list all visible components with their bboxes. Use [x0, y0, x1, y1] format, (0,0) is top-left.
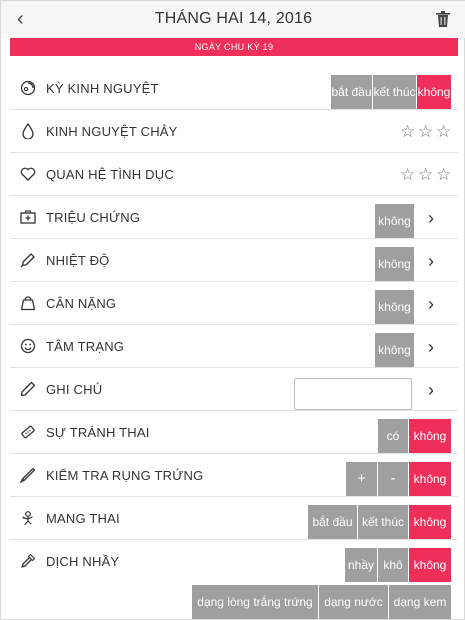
discharge-creamy-button[interactable]: dạng kem	[389, 585, 451, 619]
day-detail-screen: ‹ THÁNG HAI 14, 2016 NGÀY CHU KỲ 19 KỲ K…	[0, 0, 465, 620]
row-label: TRIỆU CHỨNG	[46, 210, 141, 225]
weight-value-badge[interactable]: không	[375, 290, 414, 324]
row-weight[interactable]: CÂN NẶNG không ›	[10, 282, 458, 325]
star-icon[interactable]: ☆	[436, 122, 451, 142]
row-label: KỲ KINH NGUYỆT	[46, 81, 159, 96]
discharge-egg-white-button[interactable]: dạng lòng trắng trứng	[192, 585, 318, 619]
pencil-icon	[20, 381, 36, 397]
period-end-button[interactable]: kết thúc	[373, 75, 416, 109]
row-discharge: DỊCH NHẦY nhầy khô không	[10, 540, 458, 583]
smiley-icon	[20, 338, 36, 354]
ovulation-positive-button[interactable]: +	[346, 462, 377, 496]
row-notes[interactable]: GHI CHÚ ›	[10, 368, 458, 411]
page-title: THÁNG HAI 14, 2016	[154, 10, 313, 27]
notes-field[interactable]	[294, 378, 412, 410]
period-none-button[interactable]: không	[417, 75, 451, 109]
row-label: CÂN NẶNG	[46, 296, 117, 311]
trash-icon[interactable]	[436, 11, 450, 27]
row-label: MANG THAI	[46, 511, 120, 526]
symptoms-value-badge[interactable]: không	[375, 204, 414, 238]
row-pregnancy: MANG THAI bắt đầu kết thúc không	[10, 497, 458, 540]
chevron-right-icon[interactable]: ›	[428, 294, 434, 315]
weight-icon	[20, 296, 36, 311]
temperature-value-badge[interactable]: không	[375, 247, 414, 281]
contraception-none-button[interactable]: không	[409, 419, 451, 453]
chevron-right-icon[interactable]: ›	[428, 337, 434, 358]
row-label: NHIỆT ĐỘ	[46, 253, 110, 268]
row-intimacy: QUAN HỆ TÌNH DỤC ☆ ☆ ☆	[10, 153, 458, 196]
header-bar: ‹ THÁNG HAI 14, 2016	[1, 1, 465, 38]
pill-pack-icon	[21, 425, 35, 439]
pregnancy-none-button[interactable]: không	[409, 505, 451, 539]
ovulation-negative-button[interactable]: -	[378, 462, 408, 496]
star-icon[interactable]: ☆	[400, 122, 415, 142]
pregnancy-start-button[interactable]: bắt đầu	[308, 505, 357, 539]
discharge-watery-button[interactable]: dạng nước	[319, 585, 388, 619]
row-label: GHI CHÚ	[46, 382, 103, 397]
row-flow: KINH NGUYỆT CHẢY ☆ ☆ ☆	[10, 110, 458, 153]
row-label: TÂM TRẠNG	[46, 339, 125, 354]
dropper-icon	[21, 553, 36, 568]
discharge-mucus-button[interactable]: nhầy	[345, 548, 377, 582]
test-stick-icon	[20, 467, 36, 483]
star-icon[interactable]: ☆	[418, 165, 433, 185]
medical-kit-icon	[20, 210, 36, 224]
row-contraception: SỰ TRÁNH THAI có không	[10, 411, 458, 454]
period-icon	[20, 80, 36, 96]
row-mood[interactable]: TÂM TRẠNG không ›	[10, 325, 458, 368]
heart-icon	[20, 167, 36, 181]
drop-icon	[22, 123, 34, 139]
row-label: DỊCH NHẦY	[46, 554, 120, 569]
mood-value-badge[interactable]: không	[375, 333, 414, 367]
row-symptoms[interactable]: TRIỆU CHỨNG không ›	[10, 196, 458, 239]
row-label: KINH NGUYỆT CHẢY	[46, 124, 178, 139]
row-period: KỲ KINH NGUYỆT bắt đầu kết thúc không	[10, 67, 458, 110]
row-temperature[interactable]: NHIỆT ĐỘ không ›	[10, 239, 458, 282]
contraception-yes-button[interactable]: có	[378, 419, 408, 453]
star-icon[interactable]: ☆	[418, 122, 433, 142]
thermometer-icon	[20, 253, 35, 268]
chevron-right-icon[interactable]: ›	[428, 208, 434, 229]
cycle-day-banner: NGÀY CHU KỲ 19	[10, 38, 458, 56]
ovulation-none-button[interactable]: không	[409, 462, 451, 496]
chevron-right-icon[interactable]: ›	[428, 380, 434, 401]
discharge-none-button[interactable]: không	[409, 548, 451, 582]
row-label: SỰ TRÁNH THAI	[46, 425, 150, 440]
star-icon[interactable]: ☆	[400, 165, 415, 185]
star-icon[interactable]: ☆	[436, 165, 451, 185]
chevron-right-icon[interactable]: ›	[428, 251, 434, 272]
row-label: QUAN HỆ TÌNH DỤC	[46, 167, 174, 182]
pregnancy-end-button[interactable]: kết thúc	[358, 505, 408, 539]
row-label: KIỂM TRA RỤNG TRỨNG	[46, 468, 204, 483]
row-ovulation-test: KIỂM TRA RỤNG TRỨNG + - không	[10, 454, 458, 497]
period-start-button[interactable]: bắt đầu	[331, 75, 372, 109]
baby-icon	[22, 511, 33, 526]
discharge-dry-button[interactable]: khô	[378, 548, 408, 582]
